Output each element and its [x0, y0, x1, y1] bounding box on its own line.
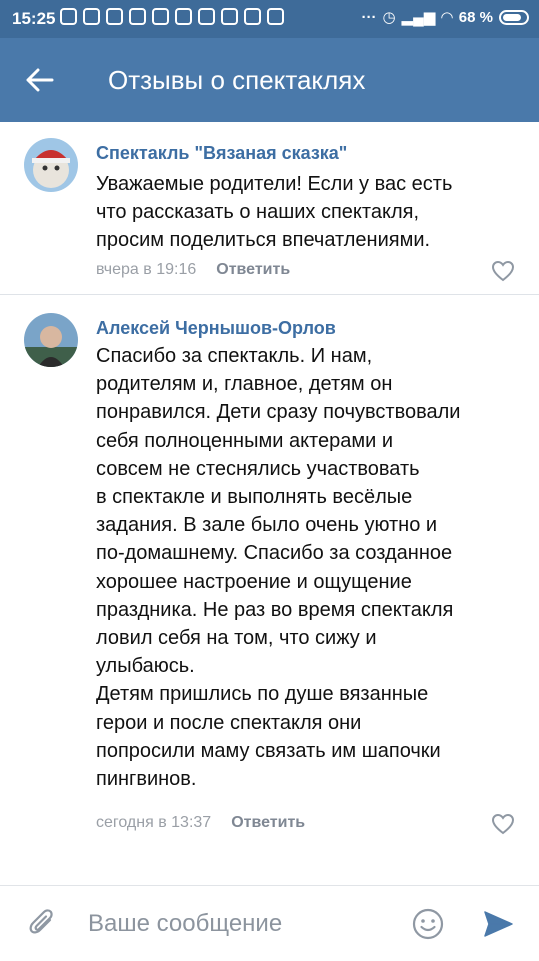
comment-divider [0, 294, 539, 295]
instagram-icon [198, 8, 215, 25]
facebook-icon [129, 8, 146, 25]
battery-percent: 68 % [458, 8, 493, 26]
status-bar: 15:25 ··· ◷ ▂▄▆ ◠ 68 % [0, 0, 539, 38]
avatar[interactable] [24, 138, 78, 192]
person-icon [175, 8, 192, 25]
knitted-toy-avatar-image [24, 138, 78, 192]
avatar[interactable] [24, 313, 78, 367]
system-status: ··· ◷ ▂▄▆ ◠ 68 % [361, 8, 529, 26]
reply-button[interactable]: Ответить [231, 814, 305, 832]
app-bar: Отзывы о спектаклях [0, 38, 539, 122]
comment-meta: сегодня в 13:37 Ответить [96, 814, 305, 832]
comment-time: сегодня в 13:37 [96, 814, 212, 831]
reply-button[interactable]: Ответить [216, 261, 290, 279]
heart-icon[interactable] [491, 813, 515, 835]
message-icon [244, 8, 261, 25]
wifi-icon: ◠ [441, 9, 453, 26]
status-time: 15:25 [12, 9, 56, 28]
comment-time: вчера в 19:16 [96, 261, 197, 278]
message-composer [0, 885, 539, 961]
page-title: Отзывы о спектаклях [108, 65, 366, 95]
instagram-icon [267, 8, 284, 25]
comment-text: Спасибо за спектакль. И нам, родителям и… [96, 345, 461, 791]
smiley-icon[interactable] [412, 908, 444, 940]
comment-author[interactable]: Алексей Чернышов-Орлов [96, 318, 336, 339]
notification-icons [60, 8, 284, 25]
comment-meta: вчера в 19:16 Ответить [96, 261, 290, 279]
comment-text: Уважаемые родители! Если у вас есть что … [96, 173, 453, 252]
arrow-left-icon [26, 68, 54, 92]
instagram-icon [83, 8, 100, 25]
paperclip-icon[interactable] [28, 908, 58, 938]
back-button[interactable] [22, 62, 58, 98]
chat-icon [106, 8, 123, 25]
whatsapp-icon [60, 8, 77, 25]
signal-icon: ▂▄▆ [401, 9, 436, 26]
comment-author[interactable]: Спектакль "Вязаная сказка" [96, 143, 347, 164]
battery-icon [499, 9, 529, 25]
message-input[interactable] [86, 904, 390, 944]
heart-icon[interactable] [491, 260, 515, 282]
send-icon[interactable] [482, 908, 514, 940]
gallery-icon [152, 8, 169, 25]
alarm-icon: ◷ [382, 9, 396, 26]
more-dots-icon: ··· [361, 8, 377, 26]
download-icon [221, 8, 238, 25]
user-photo-avatar-image [24, 313, 78, 367]
